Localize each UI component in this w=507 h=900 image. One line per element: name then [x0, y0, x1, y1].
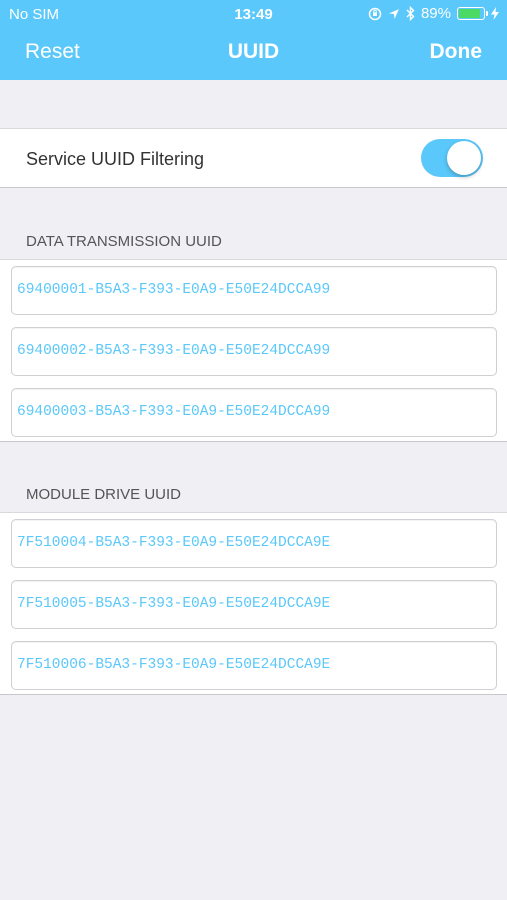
status-bar: No SIM 13:49 89% — [0, 0, 507, 28]
location-arrow-icon — [388, 8, 400, 20]
uuid-field[interactable]: 69400003-B5A3-F393-E0A9-E50E24DCCA99 — [11, 388, 497, 437]
uuid-value: 7F510004-B5A3-F393-E0A9-E50E24DCCA9E — [17, 535, 331, 551]
uuid-field[interactable]: 7F510004-B5A3-F393-E0A9-E50E24DCCA9E — [11, 519, 497, 568]
uuid-value: 69400002-B5A3-F393-E0A9-E50E24DCCA99 — [17, 343, 331, 359]
navigation-bar: No SIM 13:49 89% Reset UUID Done — [0, 0, 507, 80]
bluetooth-icon — [406, 6, 415, 21]
data-transmission-group: 69400001-B5A3-F393-E0A9-E50E24DCCA99 694… — [0, 259, 507, 442]
service-uuid-filtering-switch[interactable] — [421, 139, 483, 177]
battery-nub — [486, 11, 488, 16]
battery-percent: 89% — [420, 5, 451, 22]
uuid-field[interactable]: 69400002-B5A3-F393-E0A9-E50E24DCCA99 — [11, 327, 497, 376]
uuid-field[interactable]: 69400001-B5A3-F393-E0A9-E50E24DCCA99 — [11, 266, 497, 315]
service-uuid-filtering-label: Service UUID Filtering — [26, 149, 205, 169]
battery-level-fill — [459, 9, 481, 18]
uuid-value: 7F510006-B5A3-F393-E0A9-E50E24DCCA9E — [17, 657, 331, 673]
status-right: 89% — [368, 5, 499, 22]
done-button[interactable]: Done — [430, 40, 483, 64]
module-drive-group: 7F510004-B5A3-F393-E0A9-E50E24DCCA9E 7F5… — [0, 512, 507, 695]
uuid-value: 69400001-B5A3-F393-E0A9-E50E24DCCA99 — [17, 282, 331, 298]
uuid-value: 69400003-B5A3-F393-E0A9-E50E24DCCA99 — [17, 404, 331, 420]
orientation-lock-icon — [368, 7, 382, 21]
uuid-field[interactable]: 7F510005-B5A3-F393-E0A9-E50E24DCCA9E — [11, 580, 497, 629]
service-uuid-filtering-row: Service UUID Filtering — [0, 128, 507, 188]
charging-bolt-icon — [491, 7, 499, 20]
switch-knob — [447, 141, 481, 175]
uuid-field[interactable]: 7F510006-B5A3-F393-E0A9-E50E24DCCA9E — [11, 641, 497, 690]
uuid-value: 7F510005-B5A3-F393-E0A9-E50E24DCCA9E — [17, 596, 331, 612]
data-transmission-header: DATA TRANSMISSION UUID — [26, 233, 222, 250]
battery-icon — [457, 7, 488, 20]
module-drive-header: MODULE DRIVE UUID — [26, 486, 182, 503]
